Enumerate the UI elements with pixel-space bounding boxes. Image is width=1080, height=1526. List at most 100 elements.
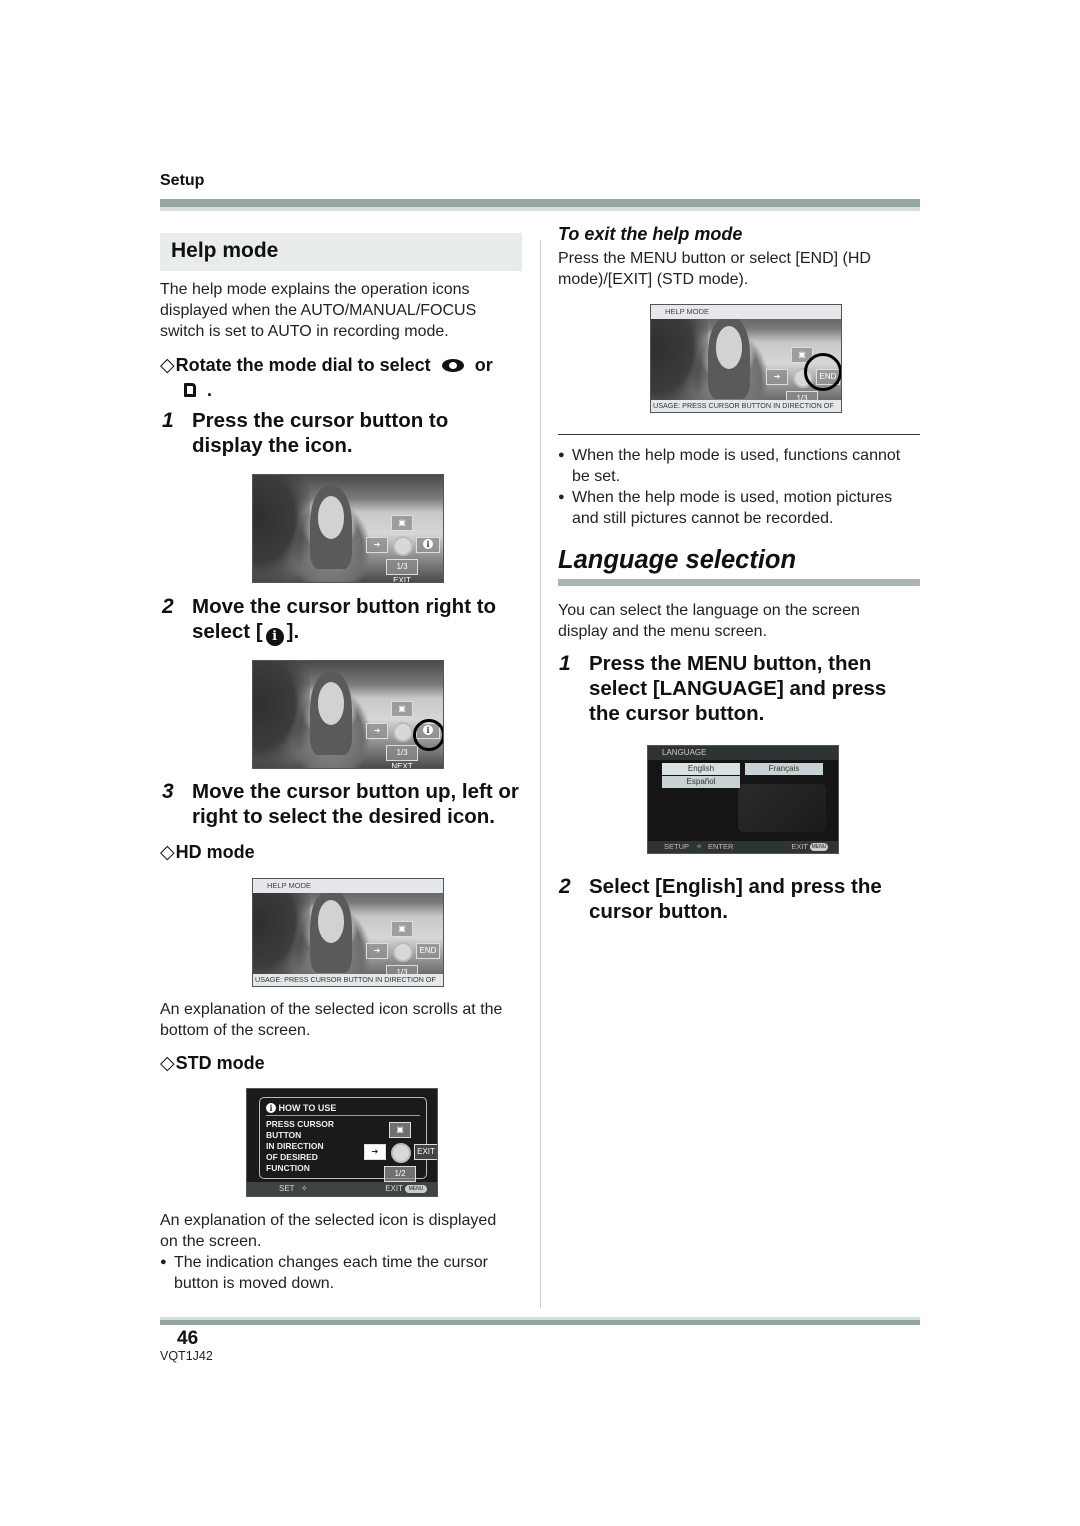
bullet-note: The indication changes each time the cur… [160, 1252, 530, 1294]
bullet-line: be set. [572, 468, 621, 485]
step-line: cursor button. [589, 900, 728, 923]
page-next-label: 1/2 NEXT [384, 1166, 416, 1192]
diamond-icon: ◇ [160, 1053, 175, 1074]
step-text: Move the cursor button up, left or right… [192, 779, 519, 829]
help-mode-bar-text: HELP MODE [267, 881, 312, 890]
step-line-part: ]. [286, 620, 300, 643]
intro-line: displayed when the AUTO/MANUAL/FOCUS [160, 302, 477, 319]
usage-bar: USAGE: PRESS CURSOR BUTTON IN DIRECTION … [651, 400, 841, 412]
enter-label: ENTER [708, 842, 734, 851]
exit-help-text: Press the MENU button or select [END] (H… [558, 248, 920, 290]
language-option-english[interactable]: English [662, 763, 740, 775]
diamond-icon: ◇ [160, 842, 175, 863]
menu-badge: MENU [405, 1185, 427, 1193]
screen-hd-end-selected: HELP MODE ▣ ➔ END 1/3 EXIT USAGE: PRESS … [650, 304, 842, 413]
highlight-circle [413, 719, 443, 751]
step-2: 2 Move the cursor button right to select… [162, 594, 532, 646]
cursor-icon-cross: ▣ ➔ EXIT 1/2 NEXT [354, 1118, 437, 1192]
bullet-note: When the help mode is used, functions ca… [558, 445, 920, 487]
info-icon: i [266, 1103, 276, 1113]
bullet-line: and still pictures cannot be recorded. [572, 510, 834, 527]
fade-icon: ➔ [366, 537, 388, 553]
step-line: right to select the desired icon. [192, 805, 496, 828]
cursor-cross-icon: ✧ [301, 1184, 308, 1193]
help-mode-heading: Help mode [160, 233, 522, 271]
cursor-enter-icon: ✧ [696, 842, 703, 851]
backlight-icon: ▣ [391, 701, 413, 717]
step-number: 3 [162, 780, 174, 803]
language-step-2: 2 Select [English] and press the cursor … [559, 874, 929, 926]
screen-std-how-to-use: i HOW TO USE PRESS CURSOR BUTTON IN DIRE… [246, 1088, 438, 1197]
language-selection-heading: Language selection [558, 546, 797, 574]
highlight-circle [804, 353, 841, 391]
step-line: the cursor button. [589, 702, 765, 725]
exit-label: EXIT [791, 842, 808, 851]
how-to-use-text: PRESS CURSOR BUTTON IN DIRECTION OF DESI… [266, 1119, 334, 1174]
language-title-text: LANGUAGE [662, 748, 707, 757]
backlight-icon: ▣ [391, 515, 413, 531]
hd-mode-text: HD mode [175, 842, 255, 862]
step-line: display the icon. [192, 434, 353, 457]
help-mode-bar: HELP MODE [253, 879, 443, 893]
title-divider [266, 1115, 420, 1116]
bullet-line: button is moved down. [174, 1275, 335, 1292]
suitcase-background [738, 784, 826, 832]
screen-hd-help-mode: HELP MODE ▣ ➔ END 1/3 EXIT USAGE: PRESS … [252, 878, 444, 987]
std-mode-caption: An explanation of the selected icon is d… [160, 1210, 530, 1294]
language-option-francais[interactable]: Français [745, 763, 823, 775]
step-number: 1 [162, 409, 174, 432]
how-to-use-line: FUNCTION [266, 1163, 310, 1173]
video-mode-icon [441, 359, 464, 372]
how-to-use-panel: i HOW TO USE PRESS CURSOR BUTTON IN DIRE… [259, 1097, 437, 1192]
cursor-icon-cross: ▣ ➔ i 1/3 EXIT [356, 511, 443, 582]
intro-line: switch is set to AUTO in recording mode. [160, 323, 449, 340]
cursor-center-icon [393, 722, 413, 742]
language-step-1: 1 Press the MENU button, then select [LA… [559, 651, 929, 729]
help-mode-bar: HELP MODE [651, 305, 841, 319]
step-line: Select [English] and press the [589, 875, 882, 898]
page-number: 46 [177, 1328, 199, 1349]
language-menu-title: LANGUAGE [648, 746, 838, 760]
hd-mode-caption: An explanation of the selected icon scro… [160, 999, 530, 1041]
notes-divider [558, 434, 920, 435]
exit-help-heading: To exit the help mode [558, 224, 743, 244]
cursor-center-icon [391, 1143, 411, 1163]
step-number: 2 [559, 875, 571, 898]
language-option-espanol[interactable]: Español [662, 776, 740, 788]
std-mode-text: STD mode [175, 1053, 265, 1073]
help-mode-bar-text: HELP MODE [665, 307, 710, 316]
std-mode-label: ◇STD mode [160, 1052, 265, 1075]
page-exit-label: 1/3 EXIT [386, 559, 418, 582]
step-line: Press the cursor button to [192, 409, 449, 432]
step-text: Select [English] and press the cursor bu… [589, 874, 882, 924]
hd-mode-label: ◇HD mode [160, 841, 255, 864]
info-icon: i [416, 537, 440, 553]
set-label: SET [279, 1184, 295, 1193]
bullet-line: The indication changes each time the cur… [174, 1254, 488, 1271]
help-mode-intro: The help mode explains the operation ico… [160, 279, 530, 342]
help-notes: When the help mode is used, functions ca… [558, 445, 920, 529]
backlight-icon: ▣ [391, 921, 413, 937]
diamond-icon: ◇ [160, 355, 175, 376]
step-line: Move the cursor button right to [192, 595, 497, 618]
std-footer: SET ✧ EXIT MENU [247, 1182, 437, 1196]
mode-dial-instruction: ◇Rotate the mode dial to select or . [160, 353, 530, 403]
step-1: 1 Press the cursor button to display the… [162, 408, 532, 460]
intro-line: The help mode explains the operation ico… [160, 281, 470, 298]
info-icon: i [265, 628, 284, 646]
how-to-use-line: BUTTON [266, 1130, 302, 1140]
setup-label: SETUP [664, 842, 690, 851]
backlight-icon: ▣ [389, 1122, 411, 1138]
cursor-center-icon [393, 536, 413, 556]
fade-icon: ➔ [766, 369, 788, 385]
fade-icon: ➔ [366, 723, 388, 739]
exit-label: EXIT [385, 1184, 403, 1193]
caption-line: An explanation of the selected icon scro… [160, 1001, 503, 1018]
bullet-line: When the help mode is used, functions ca… [572, 447, 901, 464]
caption-line: An explanation of the selected icon is d… [160, 1212, 497, 1229]
screen-language-menu: LANGUAGE English Français Español SETUP … [647, 745, 839, 854]
caption-line: bottom of the screen. [160, 1022, 311, 1039]
how-to-use-line: IN DIRECTION [266, 1141, 324, 1151]
mode-dial-text: Rotate the mode dial to select [175, 355, 431, 375]
intro-line: You can select the language on the scree… [558, 602, 860, 619]
